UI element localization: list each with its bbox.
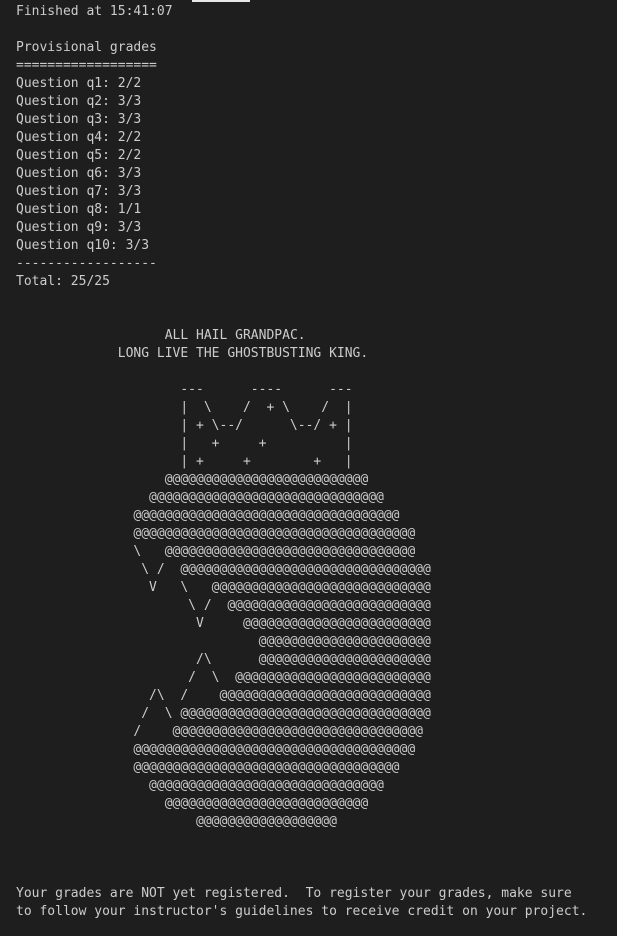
hail-line: ALL HAIL GRANDPAC. xyxy=(16,327,616,345)
question-result-q8: Question q8: 1/1 xyxy=(16,202,142,217)
finished-timestamp: Finished at 15:41:07 xyxy=(16,4,173,19)
heading-underline: ================== xyxy=(16,58,157,73)
terminal-output: Finished at 15:41:07 Provisional grades … xyxy=(16,3,616,831)
hail-text-2: LONG LIVE THE GHOSTBUSTING KING. xyxy=(117,346,369,361)
question-result-q2: Question q2: 3/3 xyxy=(16,94,142,109)
blank-gap xyxy=(16,291,616,327)
provisional-grades-heading: Provisional grades xyxy=(16,40,157,55)
long-live-line: LONG LIVE THE GHOSTBUSTING KING. xyxy=(16,345,616,363)
grandpac-ascii-art: --- ---- --- | \ / + \ / | | + \--/ \--/… xyxy=(133,382,431,829)
question-result-q3: Question q3: 3/3 xyxy=(16,112,142,127)
registration-notice: Your grades are NOT yet registered. To r… xyxy=(16,885,616,921)
question-result-q4: Question q4: 2/2 xyxy=(16,130,142,145)
registration-notice-line-2: to follow your instructor's guidelines t… xyxy=(16,904,588,919)
question-result-q5: Question q5: 2/2 xyxy=(16,148,142,163)
question-result-q9: Question q9: 3/3 xyxy=(16,220,142,235)
question-result-q1: Question q1: 2/2 xyxy=(16,76,142,91)
question-result-q10: Question q10: 3/3 xyxy=(16,238,150,253)
question-result-q7: Question q7: 3/3 xyxy=(16,184,142,199)
question-result-q6: Question q6: 3/3 xyxy=(16,166,142,181)
registration-notice-line-1: Your grades are NOT yet registered. To r… xyxy=(16,886,572,901)
hail-text-1: ALL HAIL GRANDPAC. xyxy=(164,328,306,343)
total-score: Total: 25/25 xyxy=(16,274,110,289)
scroll-indicator xyxy=(192,0,250,2)
total-separator: ------------------ xyxy=(16,256,157,271)
